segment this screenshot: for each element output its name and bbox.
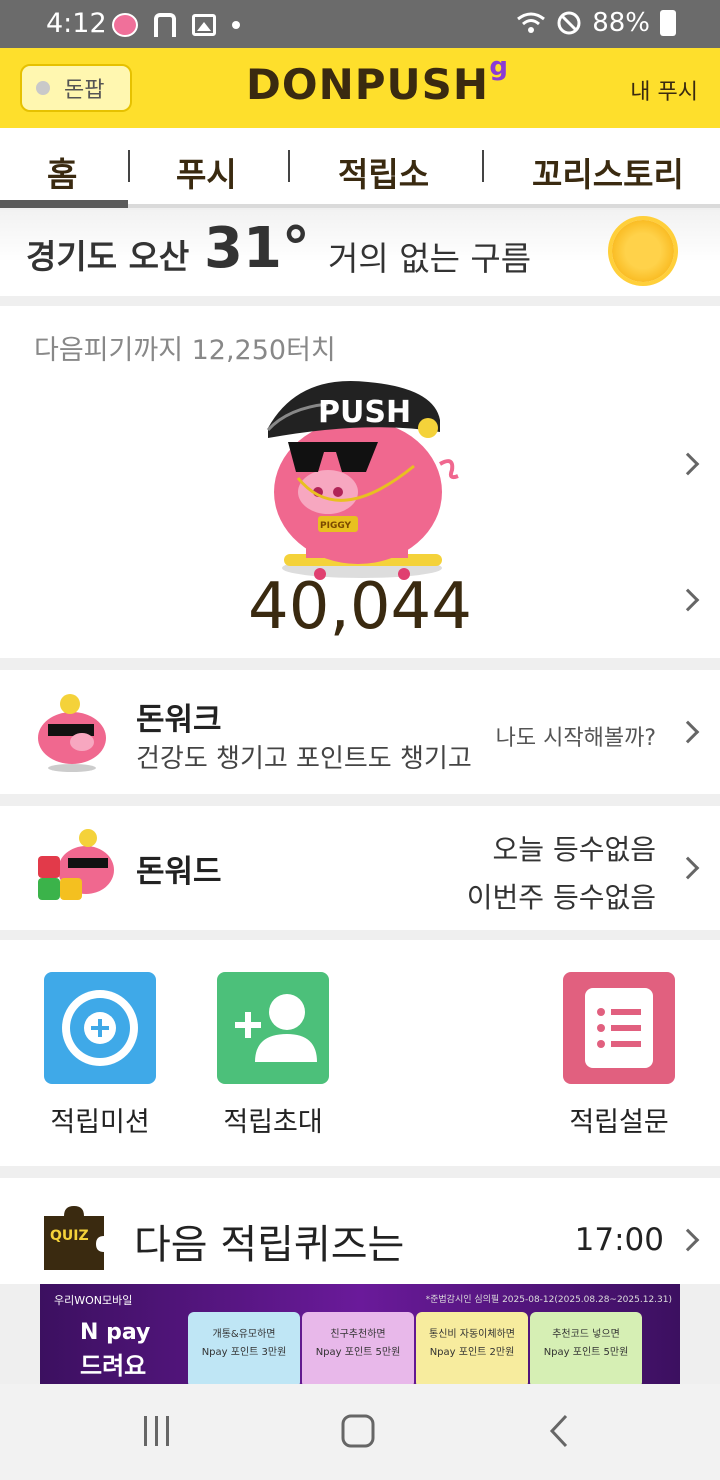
weather-temperature: 31° bbox=[204, 216, 310, 281]
earn-invite-button[interactable]: 적립초대 bbox=[217, 972, 329, 1138]
tab-divider bbox=[128, 150, 130, 182]
do-not-disturb-icon bbox=[557, 11, 581, 35]
active-tab-indicator bbox=[0, 200, 128, 208]
tab-home[interactable]: 홈 bbox=[47, 148, 77, 196]
quiz-time: 17:00 bbox=[574, 1222, 664, 1258]
status-bar: 4:12 88% bbox=[0, 0, 720, 48]
back-icon[interactable] bbox=[546, 1414, 574, 1448]
main-tabs: 홈 푸시 적립소 꼬리스토리 bbox=[0, 128, 720, 208]
donpush-logo: DONPUSH g bbox=[246, 52, 510, 109]
donpush-notification-icon bbox=[112, 13, 138, 37]
donword-row[interactable]: 돈워드 오늘 등수없음 이번주 등수없음 bbox=[0, 806, 720, 930]
donwalk-subtitle: 건강도 챙기고 포인트도 챙기고 bbox=[136, 744, 472, 774]
plus-circle-icon bbox=[62, 990, 138, 1066]
sun-weather-icon bbox=[612, 220, 674, 282]
donword-title: 돈워드 bbox=[136, 854, 222, 890]
earn-mission-tile bbox=[44, 972, 156, 1084]
more-notifications-dot-icon bbox=[232, 21, 240, 29]
battery-icon bbox=[660, 10, 676, 36]
chevron-right-icon[interactable] bbox=[676, 856, 700, 880]
weather-location: 경기도 오산 bbox=[26, 237, 190, 276]
next-piggy-label: 다음피기까지 12,250터치 bbox=[34, 335, 336, 366]
donpop-toggle-button[interactable]: 돈팝 bbox=[20, 64, 132, 112]
tab-divider bbox=[482, 150, 484, 182]
status-time: 4:12 bbox=[46, 8, 107, 39]
home-icon[interactable] bbox=[340, 1414, 376, 1448]
banner-notice: *준법감시인 심의필 2025-08-12(2025.08.28~2025.12… bbox=[425, 1295, 672, 1305]
banner-card: 개통&유모하면 Npay 포인트 3만원 bbox=[188, 1312, 300, 1384]
banner-card: 통신비 자동이체하면 Npay 포인트 2만원 bbox=[416, 1312, 528, 1384]
banner-npay-logo: N pay bbox=[80, 1320, 151, 1345]
recent-apps-icon[interactable] bbox=[140, 1414, 174, 1448]
battery-percent: 88% bbox=[592, 8, 650, 38]
earn-survey-button[interactable]: 적립설문 bbox=[563, 972, 675, 1138]
tab-savings-shop[interactable]: 적립소 bbox=[338, 148, 429, 196]
banner-brand: 우리WON모바일 bbox=[54, 1294, 133, 1307]
my-push-link[interactable]: 내 푸시 bbox=[630, 74, 698, 106]
chain-text: PIGGY bbox=[320, 521, 352, 531]
quiz-title: 다음 적립퀴즈는 bbox=[134, 1222, 405, 1268]
donwalk-title: 돈워크 bbox=[136, 702, 222, 738]
banner-card: 친구추천하면 Npay 포인트 5만원 bbox=[302, 1312, 414, 1384]
system-nav-bar bbox=[0, 1384, 720, 1480]
earn-mission-label: 적립미션 bbox=[50, 1107, 150, 1138]
quiz-puzzle-icon: QUIZ bbox=[44, 1206, 104, 1270]
donwalk-row[interactable]: 돈워크 건강도 챙기고 포인트도 챙기고 나도 시작해볼까? bbox=[0, 670, 720, 794]
quiz-row[interactable]: QUIZ 다음 적립퀴즈는 17:00 bbox=[0, 1178, 720, 1284]
earn-survey-tile bbox=[563, 972, 675, 1084]
earn-invite-label: 적립초대 bbox=[223, 1107, 323, 1138]
earn-invite-tile bbox=[217, 972, 329, 1084]
image-notification-icon bbox=[192, 14, 216, 36]
add-user-icon bbox=[235, 994, 317, 1062]
points-balance: 40,044 bbox=[248, 570, 472, 644]
donwalk-cta: 나도 시작해볼까? bbox=[495, 726, 656, 751]
quiz-badge-text: QUIZ bbox=[50, 1228, 89, 1244]
donwalk-pig-icon bbox=[38, 694, 106, 772]
banner-npay-sub: 드려요 bbox=[80, 1352, 147, 1380]
donword-today-rank: 오늘 등수없음 bbox=[492, 833, 656, 866]
toggle-dot-icon bbox=[36, 81, 50, 95]
wifi-icon bbox=[517, 12, 546, 33]
app-header: 돈팝 DONPUSH g 내 푸시 bbox=[0, 48, 720, 128]
tab-tail-story[interactable]: 꼬리스토리 bbox=[532, 148, 684, 196]
cap-text: PUSH bbox=[318, 395, 411, 430]
piggy-card[interactable]: 다음피기까지 12,250터치 PUSH PIGGY 40,044 bbox=[0, 306, 720, 658]
naver-notification-icon bbox=[154, 13, 176, 37]
survey-list-icon bbox=[585, 988, 653, 1068]
donpop-label: 돈팝 bbox=[64, 78, 105, 103]
banner-card: 추천코드 넣으면 Npay 포인트 5만원 bbox=[530, 1312, 642, 1384]
chevron-right-icon[interactable] bbox=[676, 720, 700, 744]
earn-actions-panel: 적립미션 적립초대 적립설문 bbox=[0, 940, 720, 1166]
tab-push[interactable]: 푸시 bbox=[176, 148, 237, 196]
earn-survey-label: 적립설문 bbox=[569, 1107, 669, 1138]
chevron-right-icon[interactable] bbox=[676, 1228, 700, 1252]
tab-divider bbox=[288, 150, 290, 182]
piggy-character-icon[interactable]: PUSH PIGGY bbox=[258, 368, 478, 588]
donword-pig-icon bbox=[38, 829, 114, 900]
ad-banner[interactable]: 우리WON모바일 *준법감시인 심의필 2025-08-12(2025.08.2… bbox=[40, 1284, 680, 1384]
weather-description: 거의 없는 구름 bbox=[328, 239, 532, 278]
chevron-right-icon[interactable] bbox=[676, 452, 700, 476]
earn-mission-button[interactable]: 적립미션 bbox=[44, 972, 156, 1138]
weather-bar[interactable]: 경기도 오산 31° 거의 없는 구름 bbox=[0, 210, 720, 296]
donword-week-rank: 이번주 등수없음 bbox=[466, 881, 656, 914]
